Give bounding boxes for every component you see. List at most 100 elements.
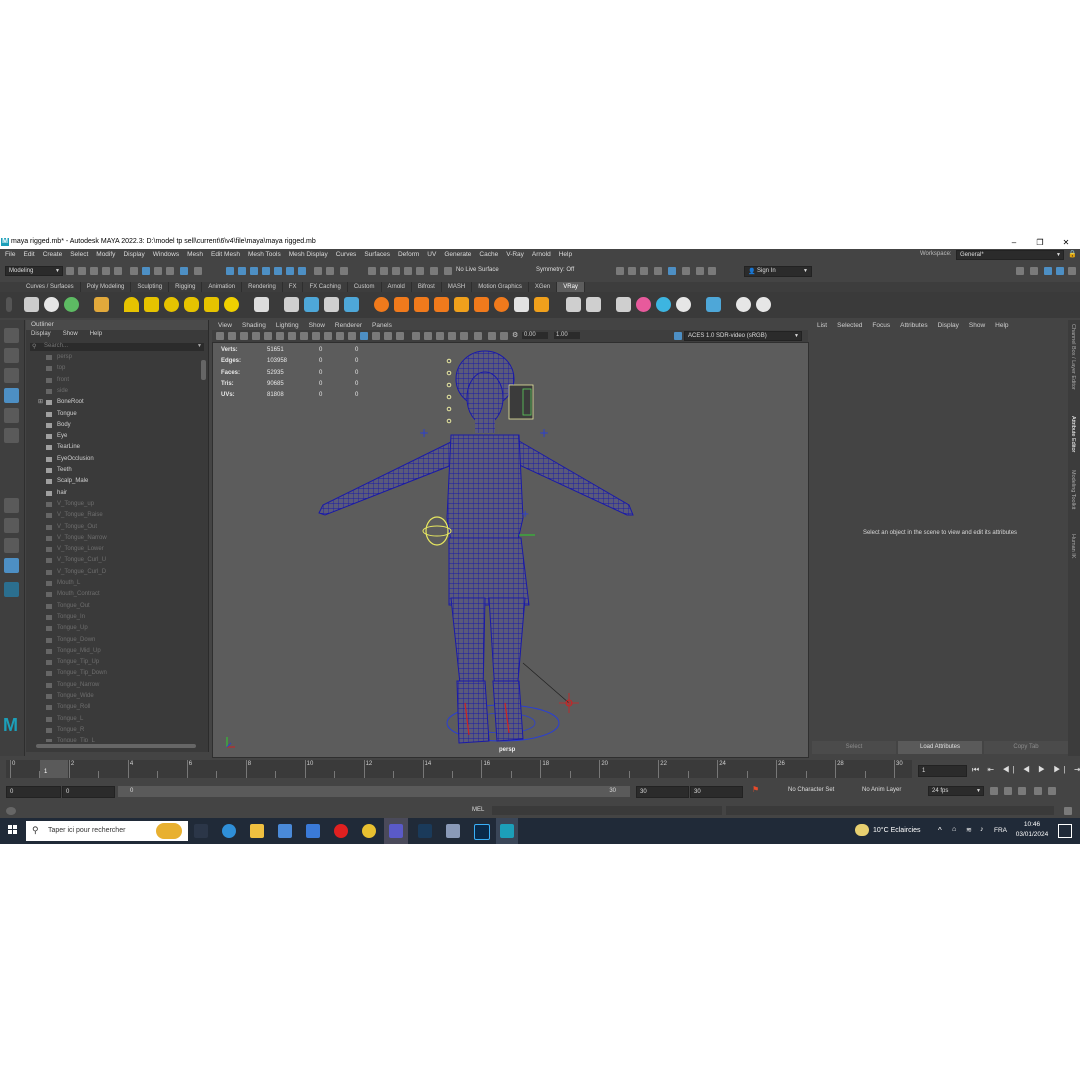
- sound-icon[interactable]: [1004, 787, 1012, 795]
- fx-field-icon[interactable]: [494, 297, 509, 312]
- outliner-item[interactable]: V_Tongue_Lower: [26, 544, 201, 555]
- menu-v-ray[interactable]: V-Ray: [506, 251, 524, 258]
- edge-icon[interactable]: [222, 824, 236, 838]
- teams-icon[interactable]: [389, 824, 403, 838]
- windows-start-icon[interactable]: [8, 825, 18, 835]
- clock-date[interactable]: 03/01/2024: [1012, 831, 1052, 838]
- outliner-view-icon[interactable]: [4, 558, 19, 573]
- outliner-item[interactable]: Tongue_Roll: [26, 702, 201, 713]
- attr-menu-list[interactable]: List: [817, 322, 827, 329]
- fx-grid-icon[interactable]: [454, 297, 469, 312]
- task-view-icon[interactable]: [194, 824, 208, 838]
- outliner-tab[interactable]: Outliner: [26, 320, 208, 330]
- move-tool-icon[interactable]: [4, 388, 19, 403]
- view-transform-select[interactable]: ACES 1.0 SDR-video (sRGB) ▼: [684, 331, 802, 341]
- outliner-item[interactable]: front: [26, 375, 201, 386]
- maximize-button[interactable]: ❐: [1032, 237, 1048, 248]
- shelf-tab-mash[interactable]: MASH: [442, 282, 473, 292]
- app-icon[interactable]: [446, 824, 460, 838]
- outliner-item[interactable]: Tongue_Tip_Down: [26, 668, 201, 679]
- scene-icon[interactable]: [344, 297, 359, 312]
- start-time-field[interactable]: 0: [6, 786, 61, 798]
- cosmos-icon[interactable]: [676, 297, 691, 312]
- render-frame-icon[interactable]: [368, 267, 376, 275]
- menu-arnold[interactable]: Arnold: [532, 251, 551, 258]
- lock-icon[interactable]: 🔒: [1068, 250, 1077, 258]
- outliner-item[interactable]: Tongue_L: [26, 714, 201, 725]
- fx-fluid-icon[interactable]: [394, 297, 409, 312]
- new-scene-icon[interactable]: [66, 267, 74, 275]
- character-set-select[interactable]: No Character Set: [788, 787, 834, 793]
- minimize-button[interactable]: –: [1006, 237, 1022, 248]
- load-attributes-button[interactable]: Load Attributes: [898, 741, 982, 754]
- face-control-dots[interactable]: [446, 358, 452, 424]
- outliner-search-box[interactable]: ⚲ Search... ▼: [30, 343, 204, 351]
- outliner-scrollbar[interactable]: [201, 360, 206, 380]
- rotate-tool-icon[interactable]: [4, 408, 19, 423]
- settings-icon[interactable]: [616, 297, 631, 312]
- search-icon[interactable]: [4, 582, 19, 597]
- proxy-icon[interactable]: [284, 297, 299, 312]
- fx-fire-icon[interactable]: [414, 297, 429, 312]
- shelf-tab-xgen[interactable]: XGen: [529, 282, 558, 292]
- attr-menu-help[interactable]: Help: [995, 322, 1008, 329]
- playback-end-field[interactable]: 30: [636, 786, 689, 798]
- menu-deform[interactable]: Deform: [398, 251, 419, 258]
- two-view-icon[interactable]: [4, 538, 19, 553]
- mask-icon[interactable]: [180, 267, 188, 275]
- workspace-layout-icon[interactable]: [1016, 267, 1024, 275]
- loop-icon[interactable]: [990, 787, 998, 795]
- paint-select-tool-icon[interactable]: [4, 368, 19, 383]
- select-tool-icon[interactable]: [4, 328, 19, 343]
- symmetry-label[interactable]: Symmetry: Off: [536, 267, 574, 273]
- sign-in-button[interactable]: 👤 Sign In ▼: [744, 266, 812, 277]
- snap-point-icon[interactable]: [250, 267, 258, 275]
- outliner-menu-help[interactable]: Help: [90, 331, 102, 337]
- weather-text[interactable]: 10°C Eclaircies: [873, 827, 921, 834]
- wifi-icon[interactable]: ≋: [966, 826, 972, 834]
- wireframe-icon[interactable]: [360, 332, 368, 340]
- anti-alias-icon[interactable]: [460, 332, 468, 340]
- notifications-icon[interactable]: [1058, 824, 1072, 838]
- shelf-tab-fx[interactable]: FX: [283, 282, 304, 292]
- smooth-shade-icon[interactable]: [372, 332, 380, 340]
- playback-start-field[interactable]: 0: [62, 786, 115, 798]
- outliner-item[interactable]: hair: [26, 488, 201, 499]
- outliner-item[interactable]: V_Tongue_Out: [26, 522, 201, 533]
- weather-icon[interactable]: [855, 824, 869, 836]
- script-editor-icon[interactable]: [1064, 807, 1072, 815]
- outliner-item[interactable]: Tongue_Tip_L: [26, 736, 201, 742]
- outliner-item[interactable]: Tongue_Out: [26, 601, 201, 612]
- color-management-icon[interactable]: ⚙: [512, 331, 518, 339]
- redo-icon[interactable]: [114, 267, 122, 275]
- shelf-tab-rendering[interactable]: Rendering: [242, 282, 283, 292]
- shelf-menu-icon[interactable]: [6, 297, 12, 312]
- layout-single-icon[interactable]: [1044, 267, 1052, 275]
- shelf-tab-custom[interactable]: Custom: [348, 282, 382, 292]
- camera-select-icon[interactable]: [216, 332, 224, 340]
- snap-surface-icon[interactable]: [274, 267, 282, 275]
- tool-settings-icon[interactable]: [682, 267, 690, 275]
- snap-view-icon[interactable]: [262, 267, 270, 275]
- outliner-menu-display[interactable]: Display: [31, 331, 51, 337]
- keyframe-icon[interactable]: [1048, 787, 1056, 795]
- fx-particle-icon[interactable]: [374, 297, 389, 312]
- layout-quad-icon[interactable]: [1068, 267, 1076, 275]
- range-slider-bar[interactable]: 0 30: [118, 786, 630, 797]
- outliner-item[interactable]: Tongue_Up: [26, 623, 201, 634]
- ies-light-icon[interactable]: [204, 297, 219, 312]
- shelf-tab-motion-graphics[interactable]: Motion Graphics: [472, 282, 529, 292]
- outliner-item[interactable]: V_Tongue_up: [26, 499, 201, 510]
- menu-edit[interactable]: Edit: [23, 251, 34, 258]
- camera-attr-icon[interactable]: [228, 332, 236, 340]
- shelf-tab-arnold[interactable]: Arnold: [382, 282, 412, 292]
- layout-double-icon[interactable]: [1056, 267, 1064, 275]
- multimatte-icon[interactable]: [656, 297, 671, 312]
- attribute-toggle-icon[interactable]: [654, 267, 662, 275]
- sun-light-icon[interactable]: [224, 297, 239, 312]
- menu-curves[interactable]: Curves: [336, 251, 357, 258]
- plane-icon[interactable]: [254, 297, 269, 312]
- shelf-tab-poly-modeling[interactable]: Poly Modeling: [81, 282, 132, 292]
- animation-preferences-icon[interactable]: [1034, 787, 1042, 795]
- playback-icon[interactable]: [696, 267, 704, 275]
